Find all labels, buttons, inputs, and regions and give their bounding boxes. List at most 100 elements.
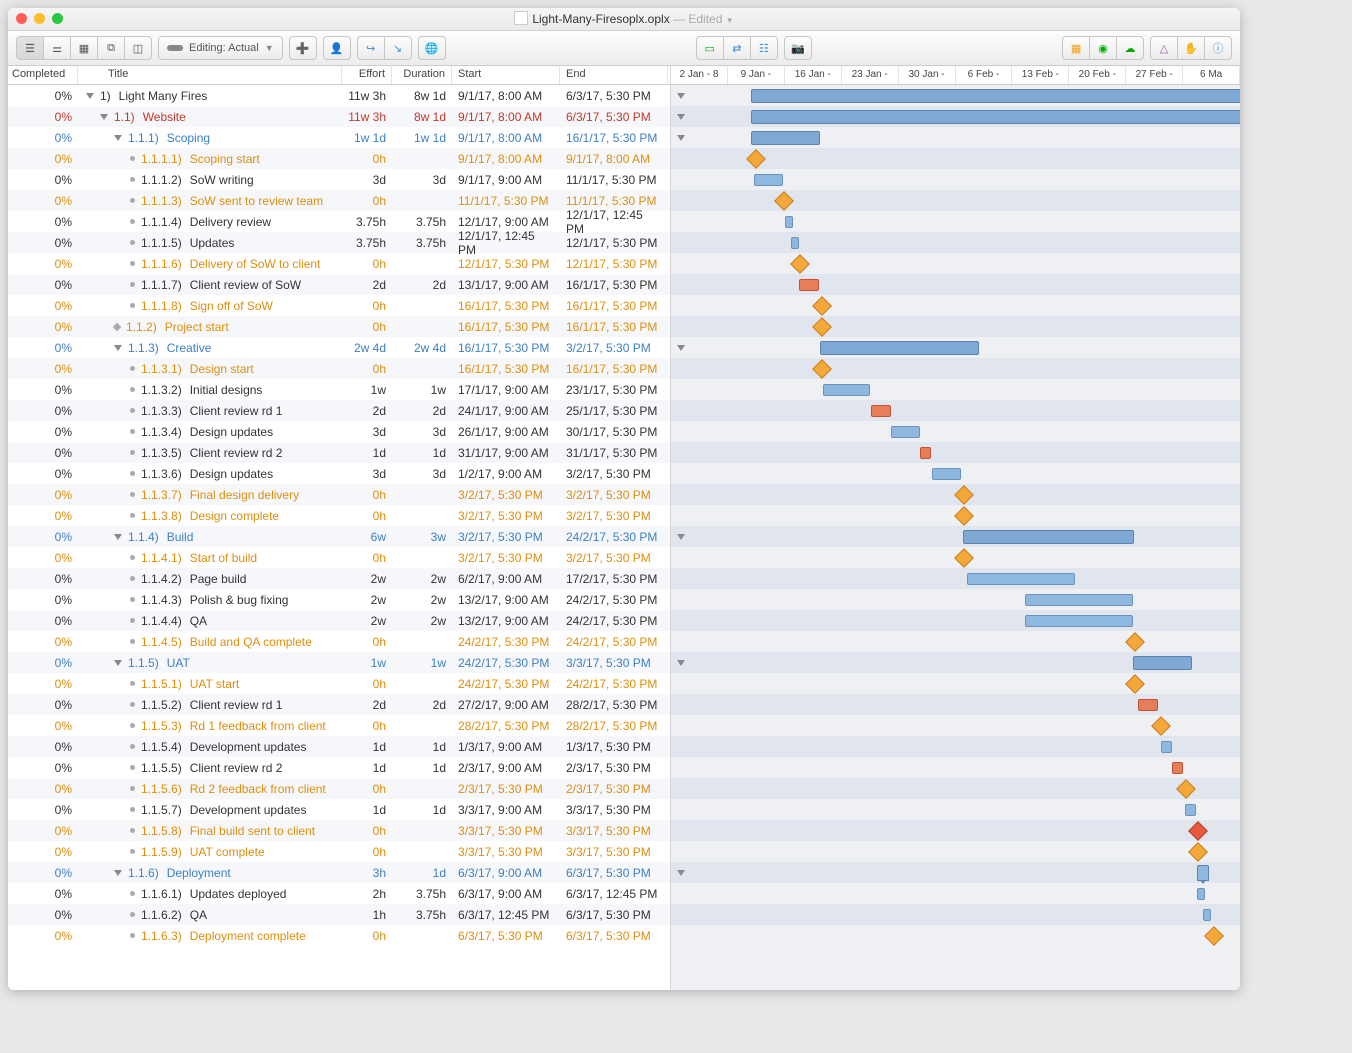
start-cell[interactable]: 3/3/17, 9:00 AM <box>452 803 560 817</box>
title-cell[interactable]: 1.1.6)Deployment <box>78 866 342 880</box>
start-cell[interactable]: 6/2/17, 9:00 AM <box>452 572 560 586</box>
gantt-task-bar[interactable] <box>1185 804 1196 816</box>
completed-cell[interactable]: 0% <box>8 614 78 628</box>
title-cell[interactable]: 1.1.2)Project start <box>78 320 342 334</box>
title-cell[interactable]: 1.1.6.2)QA <box>78 908 342 922</box>
end-cell[interactable]: 16/1/17, 5:30 PM <box>560 362 668 376</box>
task-row[interactable]: 0%1.1.4.2)Page build2w2w6/2/17, 9:00 AM1… <box>8 568 670 589</box>
gantt-task-bar[interactable] <box>754 174 783 186</box>
start-cell[interactable]: 2/3/17, 5:30 PM <box>452 782 560 796</box>
col-completed[interactable]: Completed <box>8 66 78 84</box>
end-cell[interactable]: 3/2/17, 5:30 PM <box>560 341 668 355</box>
title-cell[interactable]: 1.1.5.1)UAT start <box>78 677 342 691</box>
gantt-row[interactable] <box>671 862 1240 883</box>
end-cell[interactable]: 17/2/17, 5:30 PM <box>560 572 668 586</box>
end-cell[interactable]: 3/2/17, 5:30 PM <box>560 551 668 565</box>
task-row[interactable]: 0%1.1.5.4)Development updates1d1d1/3/17,… <box>8 736 670 757</box>
completed-cell[interactable]: 0% <box>8 488 78 502</box>
duration-cell[interactable]: 1d <box>392 866 452 880</box>
end-cell[interactable]: 28/2/17, 5:30 PM <box>560 719 668 733</box>
completed-cell[interactable]: 0% <box>8 236 78 250</box>
start-cell[interactable]: 12/1/17, 5:30 PM <box>452 257 560 271</box>
gantt-row[interactable] <box>671 673 1240 694</box>
timeline-column[interactable]: 30 Jan - <box>899 66 956 84</box>
title-cell[interactable]: 1.1.1.8)Sign off of SoW <box>78 299 342 313</box>
gantt-group-bar[interactable] <box>963 530 1134 544</box>
end-cell[interactable]: 3/3/17, 5:30 PM <box>560 803 668 817</box>
effort-cell[interactable]: 3d <box>342 467 392 481</box>
start-cell[interactable]: 24/2/17, 5:30 PM <box>452 656 560 670</box>
title-cell[interactable]: 1.1.3.4)Design updates <box>78 425 342 439</box>
effort-cell[interactable]: 6w <box>342 530 392 544</box>
gantt-milestone[interactable] <box>1204 926 1224 946</box>
completed-cell[interactable]: 0% <box>8 740 78 754</box>
completed-cell[interactable]: 0% <box>8 194 78 208</box>
gantt-row[interactable] <box>671 274 1240 295</box>
task-row[interactable]: 0%1.1.4)Build6w3w3/2/17, 5:30 PM24/2/17,… <box>8 526 670 547</box>
duration-cell[interactable]: 1d <box>392 446 452 460</box>
snapshot-button[interactable]: 📷 <box>784 36 812 60</box>
task-row[interactable]: 0%1.1.4.1)Start of build0h3/2/17, 5:30 P… <box>8 547 670 568</box>
task-row[interactable]: 0%1.1.5.2)Client review rd 12d2d27/2/17,… <box>8 694 670 715</box>
completed-cell[interactable]: 0% <box>8 635 78 649</box>
task-row[interactable]: 0%1.1.4.5)Build and QA complete0h24/2/17… <box>8 631 670 652</box>
task-row[interactable]: 0%1.1.5.1)UAT start0h24/2/17, 5:30 PM24/… <box>8 673 670 694</box>
effort-cell[interactable]: 11w 3h <box>342 110 392 124</box>
title-cell[interactable]: 1.1.4.2)Page build <box>78 572 342 586</box>
effort-cell[interactable]: 0h <box>342 488 392 502</box>
gantt-group-bar[interactable] <box>751 131 820 145</box>
completed-cell[interactable]: 0% <box>8 341 78 355</box>
effort-cell[interactable]: 3d <box>342 173 392 187</box>
title-cell[interactable]: 1)Light Many Fires <box>78 89 342 103</box>
baseline-button[interactable]: ▦ <box>1062 36 1089 60</box>
completed-cell[interactable]: 0% <box>8 929 78 943</box>
completed-cell[interactable]: 0% <box>8 824 78 838</box>
start-cell[interactable]: 9/1/17, 8:00 AM <box>452 131 560 145</box>
end-cell[interactable]: 24/2/17, 5:30 PM <box>560 677 668 691</box>
duration-cell[interactable]: 1d <box>392 803 452 817</box>
start-cell[interactable]: 1/2/17, 9:00 AM <box>452 467 560 481</box>
start-cell[interactable]: 3/3/17, 5:30 PM <box>452 824 560 838</box>
gantt-row[interactable] <box>671 841 1240 862</box>
task-row[interactable]: 0%1.1.3.5)Client review rd 21d1d31/1/17,… <box>8 442 670 463</box>
assign-resource-button[interactable]: 👤 <box>323 36 351 60</box>
effort-cell[interactable]: 3h <box>342 866 392 880</box>
start-cell[interactable]: 31/1/17, 9:00 AM <box>452 446 560 460</box>
title-cell[interactable]: 1.1.1)Scoping <box>78 131 342 145</box>
task-row[interactable]: 0%1.1.6.3)Deployment complete0h6/3/17, 5… <box>8 925 670 946</box>
col-start[interactable]: Start <box>452 66 560 84</box>
end-cell[interactable]: 16/1/17, 5:30 PM <box>560 299 668 313</box>
effort-cell[interactable]: 0h <box>342 509 392 523</box>
end-cell[interactable]: 2/3/17, 5:30 PM <box>560 761 668 775</box>
title-cell[interactable]: 1.1.1.2)SoW writing <box>78 173 342 187</box>
start-cell[interactable]: 24/2/17, 5:30 PM <box>452 677 560 691</box>
gantt-row[interactable] <box>671 358 1240 379</box>
completed-cell[interactable]: 0% <box>8 383 78 397</box>
end-cell[interactable]: 2/3/17, 5:30 PM <box>560 782 668 796</box>
title-cell[interactable]: 1.1.5.4)Development updates <box>78 740 342 754</box>
task-row[interactable]: 0%1.1.3)Creative2w 4d2w 4d16/1/17, 5:30 … <box>8 337 670 358</box>
gantt-milestone[interactable] <box>1188 821 1208 841</box>
start-cell[interactable]: 11/1/17, 5:30 PM <box>452 194 560 208</box>
gantt-disclosure-icon[interactable] <box>677 114 685 120</box>
completed-cell[interactable]: 0% <box>8 719 78 733</box>
timeline-column[interactable]: 20 Feb - <box>1069 66 1126 84</box>
gantt-row[interactable] <box>671 589 1240 610</box>
start-cell[interactable]: 26/1/17, 9:00 AM <box>452 425 560 439</box>
title-cell[interactable]: 1.1.3.6)Design updates <box>78 467 342 481</box>
effort-cell[interactable]: 2d <box>342 698 392 712</box>
start-cell[interactable]: 6/3/17, 5:30 PM <box>452 929 560 943</box>
title-cell[interactable]: 1.1.4)Build <box>78 530 342 544</box>
gantt-row[interactable] <box>671 484 1240 505</box>
start-cell[interactable]: 24/2/17, 5:30 PM <box>452 635 560 649</box>
gantt-row[interactable] <box>671 757 1240 778</box>
task-row[interactable]: 0%1.1.3.3)Client review rd 12d2d24/1/17,… <box>8 400 670 421</box>
title-cell[interactable]: 1.1.5.5)Client review rd 2 <box>78 761 342 775</box>
duration-cell[interactable]: 2w <box>392 593 452 607</box>
end-cell[interactable]: 24/2/17, 5:30 PM <box>560 635 668 649</box>
end-cell[interactable]: 12/1/17, 5:30 PM <box>560 257 668 271</box>
start-cell[interactable]: 16/1/17, 5:30 PM <box>452 299 560 313</box>
title-cell[interactable]: 1.1.3.1)Design start <box>78 362 342 376</box>
start-cell[interactable]: 3/3/17, 5:30 PM <box>452 845 560 859</box>
task-row[interactable]: 0%1.1.4.3)Polish & bug fixing2w2w13/2/17… <box>8 589 670 610</box>
